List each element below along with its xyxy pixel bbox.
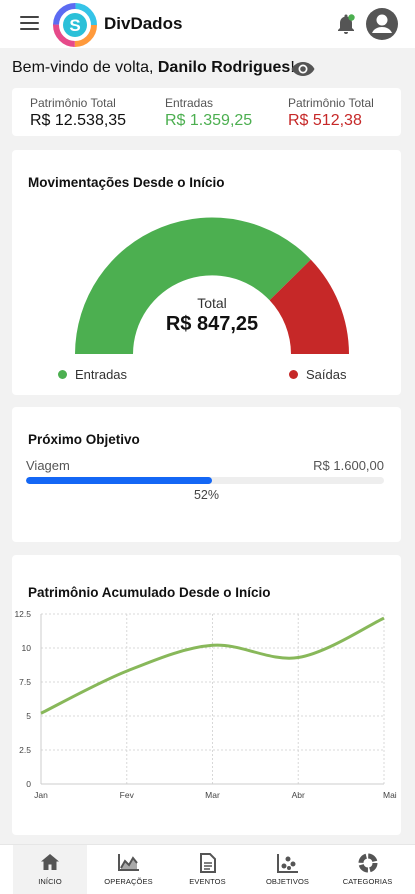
summary-item-expenses: Patrimônio Total R$ 512,38 xyxy=(288,96,374,130)
summary-label: Patrimônio Total xyxy=(30,96,116,110)
legend-dot xyxy=(289,370,298,379)
gauge-center-value: R$ 847,25 xyxy=(165,313,259,335)
goal-percent: 52% xyxy=(193,488,220,502)
legend-label: Entradas xyxy=(75,367,128,382)
y-tick-label: 12.5 xyxy=(14,609,31,619)
gauge-center-label: Total xyxy=(197,295,227,311)
legend-dot xyxy=(58,370,67,379)
top-bar: S DivDados xyxy=(0,0,415,48)
scatter-icon xyxy=(276,854,298,873)
goal-title: Próximo Objetivo xyxy=(28,432,140,447)
x-tick-label: Mar xyxy=(205,790,220,800)
line-chart: 0 2.5 5 7.5 10 12.5 Jan Fev Mar Abr Mai xyxy=(14,609,397,800)
legend-income: Entradas xyxy=(58,367,127,382)
nav-item-eventos[interactable]: EVENTOS xyxy=(166,845,249,894)
summary-item-total: Patrimônio Total R$ 12.538,35 xyxy=(30,96,126,130)
goal-progress-track xyxy=(26,477,384,484)
toggle-visibility-eye-icon[interactable] xyxy=(290,59,316,79)
app-title: DivDados xyxy=(104,14,183,33)
donut-icon xyxy=(358,853,377,873)
movements-gauge xyxy=(75,217,349,354)
y-tick-label: 5 xyxy=(26,711,31,721)
legend-label: Saídas xyxy=(306,367,347,382)
user-avatar-icon[interactable] xyxy=(366,8,398,40)
goal-name: Viagem xyxy=(26,458,70,473)
svg-text:S: S xyxy=(69,16,80,35)
goal-target: R$ 1.600,00 xyxy=(313,458,384,473)
accumulated-wealth-card: Patrimônio Acumulado Desde o Início 0 2.5… xyxy=(12,555,401,835)
x-tick-label: Jan xyxy=(34,790,48,800)
y-tick-label: 0 xyxy=(26,779,31,789)
welcome-prefix: Bem-vindo de volta, xyxy=(12,59,158,76)
legend-expenses: Saídas xyxy=(289,367,346,382)
summary-card: Patrimônio Total R$ 12.538,35 Entradas R… xyxy=(12,88,401,136)
nav-item-objetivos[interactable]: OBJETIVOS xyxy=(246,845,329,894)
nav-label: OBJETIVOS xyxy=(266,877,309,886)
nav-label: EVENTOS xyxy=(189,877,226,886)
summary-item-income: Entradas R$ 1.359,25 xyxy=(165,96,252,130)
summary-value: R$ 1.359,25 xyxy=(165,112,253,129)
x-tick-label: Mai xyxy=(383,790,397,800)
menu-icon[interactable] xyxy=(20,16,39,30)
goal-progress-fill xyxy=(26,477,213,484)
nav-label: OPERAÇÕES xyxy=(104,877,153,886)
x-tick-label: Fev xyxy=(120,790,135,800)
summary-value: R$ 12.538,35 xyxy=(30,112,127,129)
summary-value: R$ 512,38 xyxy=(288,112,362,129)
nav-label: INÍCIO xyxy=(38,877,62,886)
document-icon xyxy=(199,853,216,873)
nav-item-operacoes[interactable]: OPERAÇÕES xyxy=(87,845,170,894)
x-tick-label: Abr xyxy=(292,790,305,800)
y-tick-label: 10 xyxy=(22,643,32,653)
summary-label: Entradas xyxy=(165,96,214,110)
y-tick-label: 2.5 xyxy=(19,745,31,755)
movements-card: Movimentações Desde o Início Total R$ 84… xyxy=(12,150,401,395)
notification-bell-icon[interactable] xyxy=(336,13,356,35)
bottom-navigation: INÍCIO OPERAÇÕES EVENTOS OBJETIVOS CATEG… xyxy=(0,844,415,894)
next-goal-card[interactable]: Próximo Objetivo Viagem R$ 1.600,00 52% xyxy=(12,407,401,542)
chart-icon xyxy=(117,854,139,871)
nav-item-categorias[interactable]: CATEGORIAS xyxy=(326,845,409,894)
welcome-message: Bem-vindo de volta, Danilo Rodrigues! xyxy=(12,59,295,77)
home-icon xyxy=(41,854,59,870)
logo-icon: S xyxy=(53,3,97,47)
nav-item-inicio[interactable]: INÍCIO xyxy=(13,845,87,894)
y-tick-label: 7.5 xyxy=(19,677,31,687)
user-name: Danilo Rodrigues xyxy=(157,59,291,76)
nav-label: CATEGORIAS xyxy=(342,877,393,886)
summary-label: Patrimônio Total xyxy=(288,96,374,110)
